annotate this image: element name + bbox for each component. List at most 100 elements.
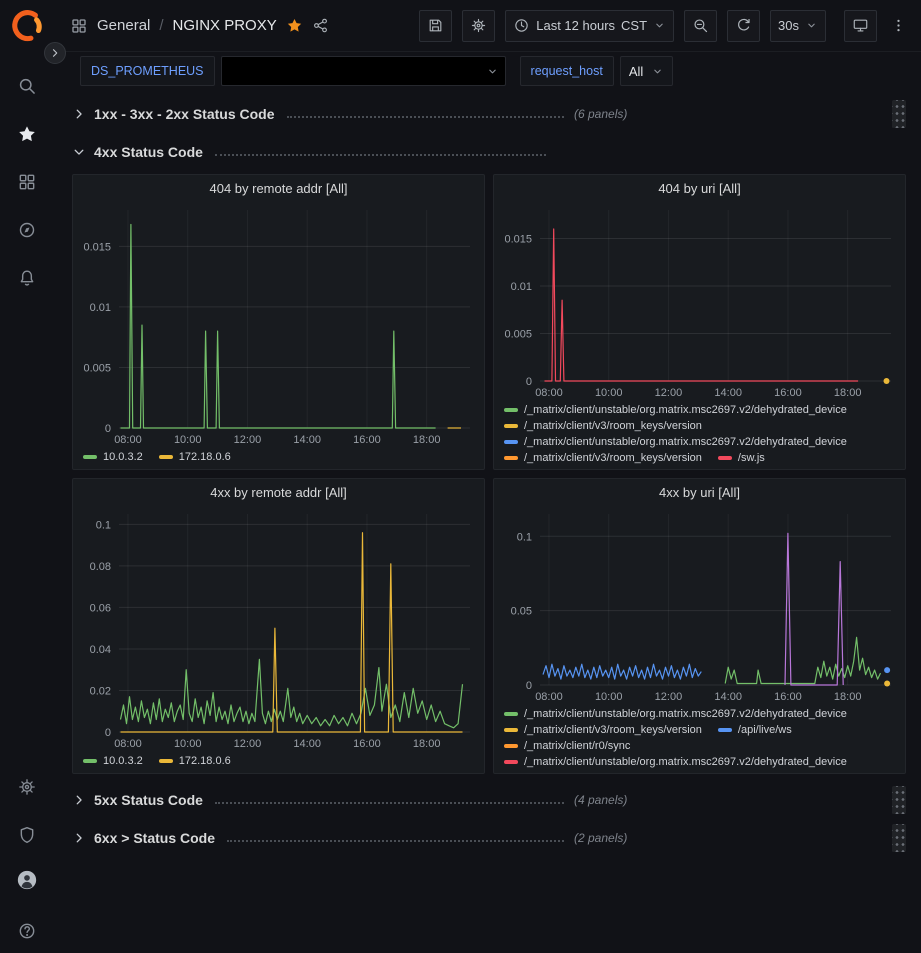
legend-item[interactable]: /_matrix/client/v3/room_keys/version [504,452,702,464]
panel-title[interactable]: 404 by uri [All] [494,175,905,202]
sidebar-item-configuration[interactable] [7,767,47,807]
variable-ds-prometheus: DS_PROMETHEUS [80,56,506,86]
svg-text:0.02: 0.02 [90,685,111,697]
variable-value-ds-prometheus[interactable] [221,56,506,86]
svg-text:18:00: 18:00 [834,387,862,399]
timeseries-plot[interactable]: 00.0050.010.01508:0010:0012:0014:0016:00… [73,202,484,448]
breadcrumb-section[interactable]: General [97,17,150,34]
refresh-interval-picker[interactable]: 30s [770,10,826,42]
legend-item[interactable]: /_matrix/client/unstable/org.matrix.msc2… [504,404,847,416]
sidebar-item-dashboards[interactable] [7,162,47,202]
legend-label: /sw.js [738,452,765,464]
legend-item[interactable]: 172.18.0.6 [159,755,231,767]
row-panel-count: (4 panels) [574,793,627,807]
zoom-out-icon [692,17,709,34]
dashboard-canvas: 1xx - 3xx - 2xx Status Code (6 panels) 4… [54,90,921,953]
svg-text:0: 0 [526,680,532,692]
time-range-picker[interactable]: Last 12 hours CST [505,10,674,42]
svg-text:12:00: 12:00 [655,691,683,703]
dashboard-settings-button[interactable] [462,10,495,42]
row-panel-count: (2 panels) [574,831,627,845]
legend-item[interactable]: /_matrix/client/v3/room_keys/version [504,724,702,736]
legend-item[interactable]: /api/live/ws [718,724,792,736]
legend-label: /_matrix/client/unstable/org.matrix.msc2… [524,708,847,720]
timeseries-plot[interactable]: 00.020.040.060.080.108:0010:0012:0014:00… [73,506,484,752]
panel-title[interactable]: 404 by remote addr [All] [73,175,484,202]
breadcrumb-separator: / [159,17,163,34]
row-header-4xx[interactable]: 4xx Status Code [72,138,906,166]
chevron-down-icon [651,65,664,78]
legend-color-marker [504,456,518,460]
row-drag-handle[interactable] [892,786,906,814]
sidebar-item-help[interactable] [7,911,47,951]
legend-color-marker [504,408,518,412]
row-header-5xx[interactable]: 5xx Status Code (4 panels) [72,786,906,814]
svg-text:12:00: 12:00 [234,434,262,446]
variable-request-host: request_host All [520,56,674,86]
legend-item[interactable]: 10.0.3.2 [83,451,143,463]
svg-text:0: 0 [526,376,532,388]
svg-text:08:00: 08:00 [114,738,142,750]
panel-title[interactable]: 4xx by remote addr [All] [73,479,484,506]
sidebar-item-profile[interactable] [7,863,47,903]
row-header-6xx[interactable]: 6xx > Status Code (2 panels) [72,824,906,852]
svg-text:10:00: 10:00 [174,738,202,750]
row-header-1xx-3xx-2xx[interactable]: 1xx - 3xx - 2xx Status Code (6 panels) [72,100,906,128]
save-icon [427,17,444,34]
legend-item[interactable]: 10.0.3.2 [83,755,143,767]
time-range-label: Last 12 hours [536,18,615,33]
row-drag-handle[interactable] [892,100,906,128]
legend-item[interactable]: /_matrix/client/unstable/org.matrix.msc2… [504,756,847,768]
row-drag-handle[interactable] [892,824,906,852]
svg-text:0.05: 0.05 [511,606,532,618]
sidebar-item-server-admin[interactable] [7,815,47,855]
dashboard-title: NGINX PROXY [173,17,277,34]
legend-item[interactable]: /_matrix/client/r0/sync [504,740,630,752]
variable-value-text: All [629,64,643,79]
share-icon[interactable] [312,17,329,34]
legend-item[interactable]: /sw.js [718,452,765,464]
apps-grid-icon [70,17,88,35]
svg-text:14:00: 14:00 [714,691,742,703]
variables-bar: DS_PROMETHEUS request_host All [54,52,921,90]
svg-text:16:00: 16:00 [774,691,802,703]
zoom-out-time-button[interactable] [684,10,717,42]
timeseries-plot[interactable]: 00.0050.010.01508:0010:0012:0014:0016:00… [494,202,905,401]
svg-text:0.005: 0.005 [83,362,111,374]
user-avatar-icon [17,870,37,890]
variable-label-request-host[interactable]: request_host [520,56,614,86]
legend-item[interactable]: /_matrix/client/v3/room_keys/version [504,420,702,432]
svg-text:0.04: 0.04 [90,644,111,656]
dotted-leader [227,840,564,842]
cycle-view-mode-button[interactable] [844,10,877,42]
svg-text:14:00: 14:00 [293,434,321,446]
timeseries-plot[interactable]: 00.050.108:0010:0012:0014:0016:0018:00 [494,506,905,705]
sidebar-item-explore[interactable] [7,210,47,250]
legend-item[interactable]: 172.18.0.6 [159,451,231,463]
panel-title[interactable]: 4xx by uri [All] [494,479,905,506]
svg-text:18:00: 18:00 [413,738,441,750]
refresh-interval-label: 30s [778,18,799,33]
legend-label: 172.18.0.6 [179,755,231,767]
question-circle-icon [17,921,37,941]
search-icon [17,76,37,96]
favorite-star-icon[interactable] [286,17,303,34]
sidebar-item-search[interactable] [7,66,47,106]
variable-value-request-host[interactable]: All [620,56,673,86]
legend-color-marker [504,760,518,764]
legend-color-marker [159,455,173,459]
legend-item[interactable]: /_matrix/client/unstable/org.matrix.msc2… [504,436,847,448]
sidebar-item-starred[interactable] [7,114,47,154]
kebab-menu-button[interactable] [887,10,909,42]
refresh-dashboard-button[interactable] [727,10,760,42]
legend-item[interactable]: /_matrix/client/unstable/org.matrix.msc2… [504,708,847,720]
svg-text:0: 0 [105,727,111,739]
sidebar-item-alerting[interactable] [7,258,47,298]
save-dashboard-button[interactable] [419,10,452,42]
svg-text:0.1: 0.1 [96,519,111,531]
grafana-logo[interactable] [9,8,45,44]
variable-label-ds-prometheus[interactable]: DS_PROMETHEUS [80,56,215,86]
time-zone-label: CST [621,18,647,33]
sidebar [0,0,54,953]
sidebar-expand-button[interactable] [44,42,66,64]
